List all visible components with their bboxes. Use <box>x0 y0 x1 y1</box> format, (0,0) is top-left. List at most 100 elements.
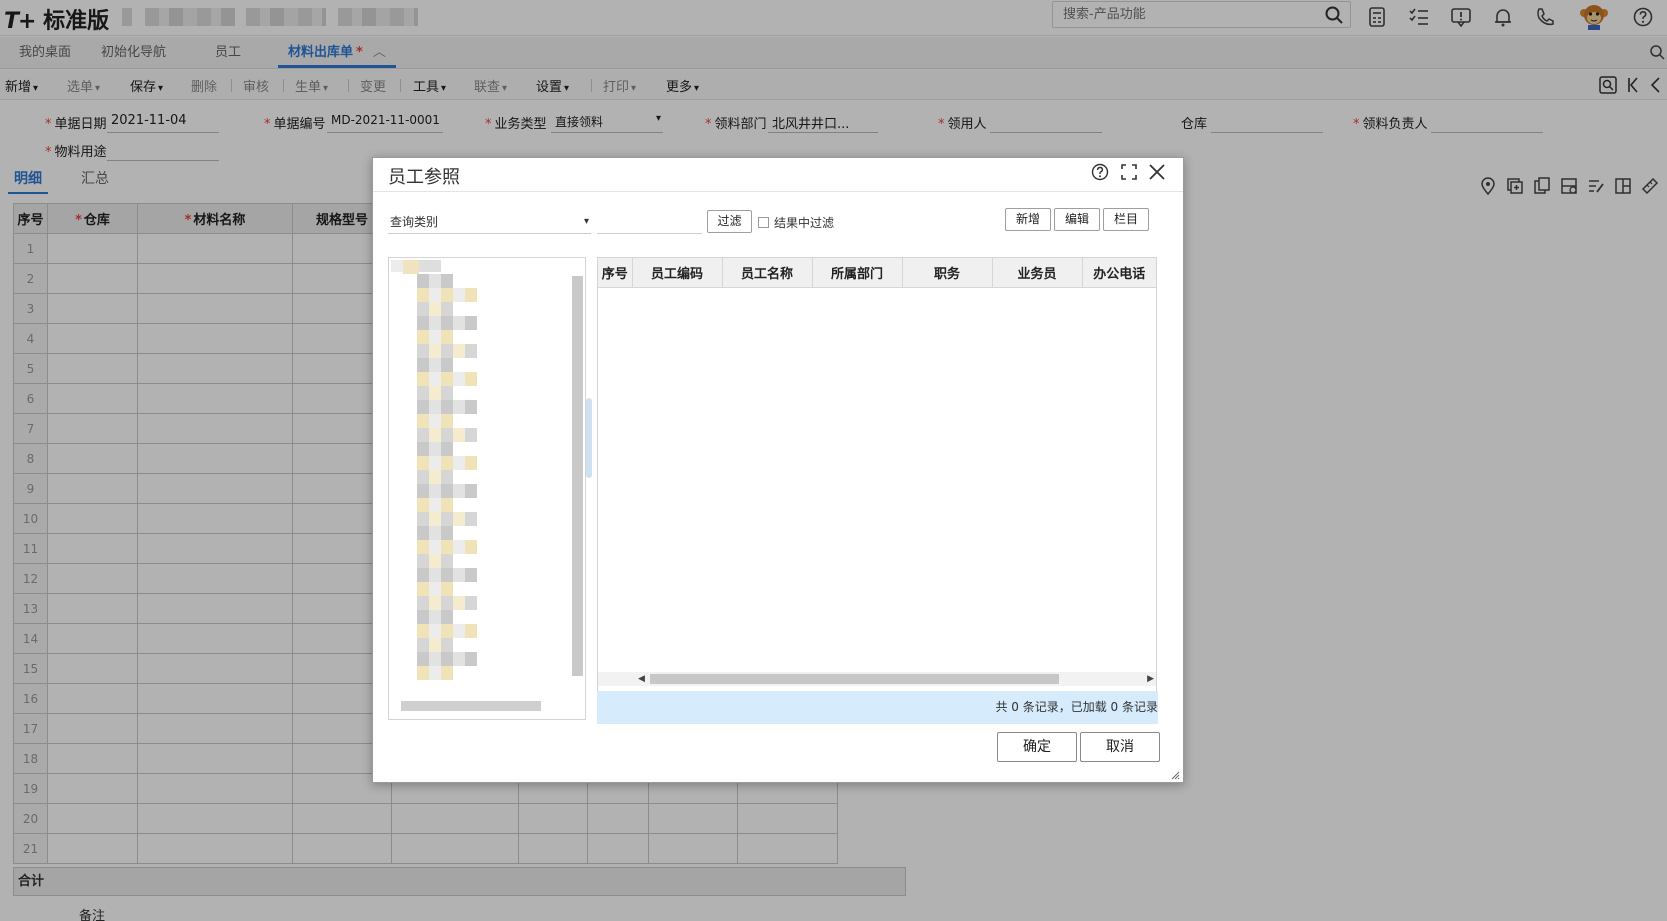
checkbox-box[interactable] <box>758 217 769 228</box>
blurred-tree-block <box>429 582 441 596</box>
blurred-tree-block <box>441 428 453 442</box>
maximize-icon[interactable] <box>1120 163 1142 185</box>
blurred-tree-block <box>429 372 441 386</box>
col-header-employee-name[interactable]: 员工名称 <box>722 258 813 288</box>
scroll-right-icon[interactable]: ▶ <box>1147 672 1154 686</box>
blurred-tree-block <box>453 624 465 638</box>
blurred-tree-block <box>441 484 453 498</box>
blurred-tree-block <box>417 330 429 344</box>
blurred-tree-block <box>417 568 429 582</box>
blurred-tree-block <box>429 330 441 344</box>
list-horizontal-scrollbar[interactable]: ◀ ▶ <box>598 672 1156 686</box>
blurred-tree-block <box>453 288 465 302</box>
blurred-tree-block <box>429 540 441 554</box>
blurred-tree-block <box>441 652 453 666</box>
blurred-tree-block <box>465 512 477 526</box>
blurred-tree-block <box>429 414 441 428</box>
blurred-tree-block <box>441 442 453 456</box>
employee-list: 序号 员工编码 员工名称 所属部门 职务 业务员 办公电话 ◀ ▶ <box>597 257 1157 724</box>
col-header-office-phone[interactable]: 办公电话 <box>1082 258 1156 288</box>
cancel-button[interactable]: 取消 <box>1080 732 1160 762</box>
blurred-tree-block <box>429 470 441 484</box>
blurred-tree-block <box>465 372 477 386</box>
columns-button[interactable]: 栏目 <box>1103 208 1149 231</box>
blurred-tree-block <box>441 540 453 554</box>
tree-vertical-scrollbar[interactable] <box>572 276 583 676</box>
close-icon[interactable] <box>1148 163 1170 185</box>
blurred-tree-block <box>441 596 453 610</box>
help-icon[interactable] <box>1091 163 1113 185</box>
blurred-tree-block <box>417 316 429 330</box>
blurred-tree-block <box>417 372 429 386</box>
blurred-tree-block <box>417 386 429 400</box>
blurred-tree-block <box>465 568 477 582</box>
blurred-tree-block <box>453 512 465 526</box>
col-header-index[interactable]: 序号 <box>598 258 633 288</box>
tree-horizontal-scrollbar[interactable] <box>401 701 541 711</box>
blurred-tree-block <box>429 596 441 610</box>
blurred-tree-block <box>441 470 453 484</box>
col-header-position[interactable]: 职务 <box>902 258 993 288</box>
blurred-tree-block <box>453 568 465 582</box>
blurred-tree-block <box>441 274 453 288</box>
blurred-tree-block <box>441 330 453 344</box>
blurred-tree-block <box>417 288 429 302</box>
filter-in-result-checkbox[interactable]: 结果中过滤 <box>758 214 834 231</box>
department-tree[interactable] <box>388 257 586 720</box>
blurred-tree-block <box>465 624 477 638</box>
blurred-tree-block <box>429 652 441 666</box>
blurred-tree-block <box>441 288 453 302</box>
blurred-tree-block <box>453 652 465 666</box>
employee-table: 序号 员工编码 员工名称 所属部门 职务 业务员 办公电话 <box>598 258 1156 288</box>
panel-splitter[interactable] <box>586 398 592 478</box>
blurred-tree-content <box>391 260 477 680</box>
scrollbar-thumb[interactable] <box>650 674 1059 684</box>
col-header-salesman[interactable]: 业务员 <box>992 258 1083 288</box>
blurred-tree-block <box>417 540 429 554</box>
blurred-tree-block <box>417 344 429 358</box>
blurred-tree-block <box>429 456 441 470</box>
edit-employee-button[interactable]: 编辑 <box>1054 208 1100 231</box>
filter-button[interactable]: 过滤 <box>707 210 752 233</box>
blurred-tree-block <box>465 288 477 302</box>
blurred-tree-block <box>417 554 429 568</box>
blurred-tree-block <box>417 274 429 288</box>
blurred-tree-block <box>417 610 429 624</box>
blurred-tree-block <box>429 288 441 302</box>
blurred-tree-block <box>441 372 453 386</box>
blurred-tree-block <box>429 302 441 316</box>
resize-handle-icon[interactable] <box>1170 769 1180 780</box>
ok-button[interactable]: 确定 <box>997 732 1077 762</box>
blurred-tree-block <box>441 526 453 540</box>
blurred-tree-block <box>453 316 465 330</box>
blurred-tree-block <box>417 484 429 498</box>
blurred-tree-block <box>417 302 429 316</box>
blurred-tree-block <box>429 624 441 638</box>
add-employee-button[interactable]: 新增 <box>1005 208 1051 231</box>
col-header-employee-code[interactable]: 员工编码 <box>632 258 723 288</box>
col-header-department[interactable]: 所属部门 <box>812 258 903 288</box>
blurred-tree-block <box>429 484 441 498</box>
blurred-tree-block <box>429 568 441 582</box>
blurred-tree-block <box>429 274 441 288</box>
blurred-tree-block <box>417 414 429 428</box>
scroll-left-icon[interactable]: ◀ <box>638 672 645 686</box>
blurred-tree-block <box>417 470 429 484</box>
blurred-tree-block <box>465 540 477 554</box>
blurred-tree-block <box>417 512 429 526</box>
filter-input[interactable] <box>597 210 702 234</box>
blurred-tree-block <box>417 638 429 652</box>
blurred-tree-block <box>429 344 441 358</box>
employee-reference-dialog: 员工参照 查询类别 ▾ 过滤 结果中过滤 新增 编辑 栏目 序号 员工编码 员工… <box>372 157 1184 783</box>
blurred-tree-block <box>453 344 465 358</box>
blurred-tree-block <box>429 610 441 624</box>
blurred-tree-block <box>453 484 465 498</box>
query-type-select[interactable]: 查询类别 ▾ <box>388 210 591 234</box>
blurred-tree-block <box>417 624 429 638</box>
dialog-title: 员工参照 <box>388 167 460 188</box>
blurred-tree-block <box>429 554 441 568</box>
blurred-tree-block <box>441 344 453 358</box>
blurred-tree-block <box>453 400 465 414</box>
blurred-tree-block <box>417 442 429 456</box>
blurred-tree-block <box>441 624 453 638</box>
